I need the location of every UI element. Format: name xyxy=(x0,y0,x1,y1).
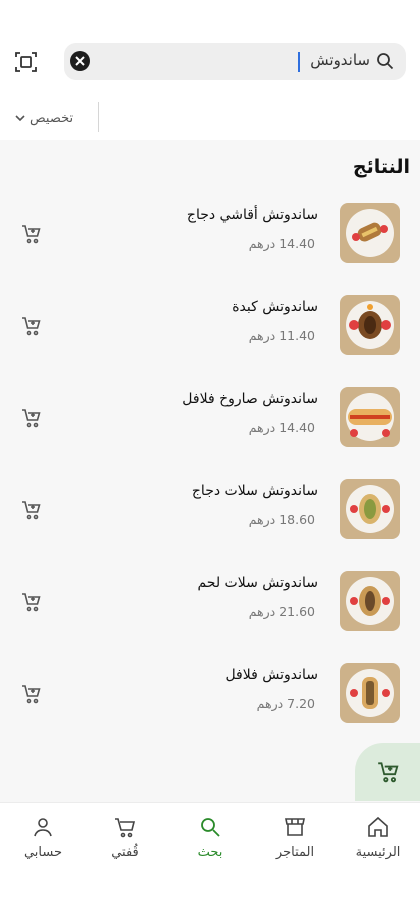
list-item[interactable]: ساندوتش سلات لحم 21.60 درهم xyxy=(0,571,420,663)
list-item[interactable]: ساندوتش أقاشي دجاج 14.40 درهم xyxy=(0,203,420,295)
nav-label: بحث xyxy=(197,845,223,860)
cart-icon xyxy=(377,762,399,783)
list-item[interactable]: ساندوتش كبدة 11.40 درهم xyxy=(0,295,420,387)
nav-label: المتاجر xyxy=(275,845,315,860)
product-name: ساندوتش صاروخ فلافل xyxy=(182,391,318,407)
product-image xyxy=(340,295,400,355)
product-image xyxy=(340,203,400,263)
add-to-cart-icon[interactable] xyxy=(20,499,44,523)
chevron-down-icon xyxy=(15,115,25,122)
nav-item-search[interactable]: بحث xyxy=(170,815,250,875)
search-icon xyxy=(201,818,220,837)
nav-item-account[interactable]: حسابي xyxy=(3,815,83,875)
bottom-navigation: الرئيسية المتاجر بحث قُفتي حسابي xyxy=(0,802,420,900)
product-price: 7.20 درهم xyxy=(256,696,315,711)
product-name: ساندوتش فلافل xyxy=(225,667,318,683)
clear-search-icon[interactable] xyxy=(70,51,90,71)
product-image xyxy=(340,387,400,447)
customize-filter-button[interactable]: تخصيص xyxy=(14,104,73,132)
top-bar: ساندوتش تخصيص xyxy=(0,0,420,140)
product-price: 14.40 درهم xyxy=(248,236,315,251)
list-item[interactable]: ساندوتش فلافل 7.20 درهم xyxy=(0,663,420,755)
cart-icon xyxy=(115,818,136,838)
product-price: 11.40 درهم xyxy=(248,328,315,343)
product-price: 14.40 درهم xyxy=(248,420,315,435)
add-to-cart-icon[interactable] xyxy=(20,315,44,339)
search-icon xyxy=(376,52,396,72)
customize-filter-label: تخصيص xyxy=(30,110,74,126)
home-icon xyxy=(368,816,388,837)
scan-icon[interactable] xyxy=(12,48,40,76)
nav-item-stores[interactable]: المتاجر xyxy=(255,815,335,875)
user-icon xyxy=(34,818,52,837)
product-name: ساندوتش سلات لحم xyxy=(197,575,318,591)
product-name: ساندوتش سلات دجاج xyxy=(191,483,318,499)
filter-divider xyxy=(98,102,99,132)
search-input[interactable]: ساندوتش xyxy=(64,43,406,80)
add-to-cart-icon[interactable] xyxy=(20,223,44,247)
list-item[interactable]: ساندوتش سلات دجاج 18.60 درهم xyxy=(0,479,420,571)
store-icon xyxy=(285,818,305,836)
nav-item-home[interactable]: الرئيسية xyxy=(338,815,418,875)
product-image xyxy=(340,571,400,631)
text-caret xyxy=(298,52,300,72)
product-name: ساندوتش كبدة xyxy=(232,299,318,315)
add-to-cart-icon[interactable] xyxy=(20,683,44,707)
product-price: 18.60 درهم xyxy=(248,512,315,527)
results-section: النتائج ساندوتش أقاشي دجاج 14.40 درهم سا… xyxy=(0,140,420,802)
results-title: النتائج xyxy=(352,156,410,178)
product-image xyxy=(340,479,400,539)
filter-row: تخصيص xyxy=(0,100,420,136)
product-price: 21.60 درهم xyxy=(248,604,315,619)
add-to-cart-icon[interactable] xyxy=(20,407,44,431)
nav-label: الرئيسية xyxy=(355,845,401,860)
product-name: ساندوتش أقاشي دجاج xyxy=(186,207,318,223)
floating-cart-button[interactable] xyxy=(355,743,420,801)
list-item[interactable]: ساندوتش صاروخ فلافل 14.40 درهم xyxy=(0,387,420,479)
search-value: ساندوتش xyxy=(310,51,370,69)
nav-item-cart[interactable]: قُفتي xyxy=(85,815,165,875)
nav-label: قُفتي xyxy=(111,845,139,860)
product-image xyxy=(340,663,400,723)
nav-label: حسابي xyxy=(23,845,63,860)
add-to-cart-icon[interactable] xyxy=(20,591,44,615)
